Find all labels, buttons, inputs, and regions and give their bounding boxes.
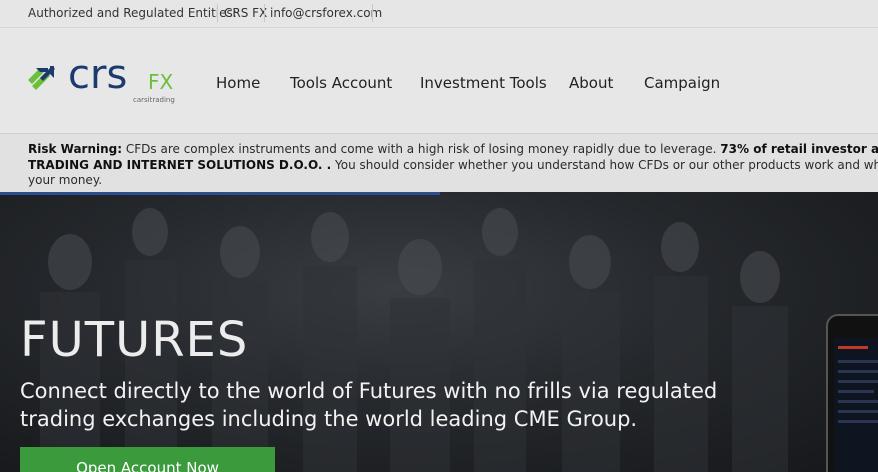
double-arrow-logo-icon: crs FX carsitrading bbox=[28, 52, 175, 104]
divider bbox=[217, 4, 218, 22]
hero-banner: FUTURES Connect directly to the world of… bbox=[0, 192, 878, 472]
risk-label: Risk Warning: bbox=[28, 142, 123, 156]
hero-subtitle-line: Connect directly to the world of Futures… bbox=[20, 379, 718, 403]
screen-row bbox=[838, 360, 878, 363]
risk-percentage: 73% of retail investor accounts lose bbox=[720, 142, 878, 156]
screen-row bbox=[838, 370, 878, 373]
risk-company: TRADING AND INTERNET SOLUTIONS D.O.O. . bbox=[28, 157, 332, 172]
screen-row bbox=[838, 380, 878, 383]
screen-row bbox=[838, 400, 878, 403]
device-screen bbox=[834, 338, 878, 472]
risk-text: CFDs are complex instruments and come wi… bbox=[122, 142, 721, 156]
divider bbox=[264, 4, 265, 22]
entity-link[interactable]: CRS FX bbox=[224, 6, 267, 20]
site-header: crs FX carsitrading Home Tools Account I… bbox=[0, 27, 878, 133]
trading-app-device-image bbox=[826, 314, 878, 472]
entities-label: Authorized and Regulated Entities: bbox=[28, 6, 237, 20]
nav-home[interactable]: Home bbox=[216, 74, 260, 92]
divider bbox=[372, 4, 373, 22]
site-logo[interactable]: crs FX carsitrading bbox=[28, 52, 188, 104]
risk-text: You should consider whether you understa… bbox=[335, 157, 878, 172]
screen-row bbox=[838, 420, 878, 423]
screen-row bbox=[838, 346, 868, 349]
hero-subtitle: Connect directly to the world of Futures… bbox=[20, 377, 717, 433]
nav-tools-account[interactable]: Tools Account bbox=[290, 74, 392, 92]
risk-warning: Risk Warning: CFDs are complex instrumen… bbox=[0, 133, 878, 192]
hero-title: FUTURES bbox=[20, 312, 249, 368]
logo-tagline-text: carsitrading bbox=[133, 96, 175, 104]
screen-row bbox=[838, 390, 874, 393]
hero-subtitle-line: trading exchanges including the world le… bbox=[20, 407, 638, 431]
logo-suffix-text: FX bbox=[148, 70, 174, 94]
nav-campaign[interactable]: Campaign bbox=[644, 74, 720, 92]
risk-line-2: TRADING AND INTERNET SOLUTIONS D.O.O. . … bbox=[28, 158, 878, 174]
open-account-button[interactable]: Open Account Now bbox=[20, 447, 275, 472]
risk-line-1: Risk Warning: CFDs are complex instrumen… bbox=[28, 142, 878, 158]
nav-about[interactable]: About bbox=[569, 74, 613, 92]
logo-brand-text: crs bbox=[68, 58, 127, 98]
risk-line-3: your money. bbox=[28, 173, 103, 187]
top-info-bar: Authorized and Regulated Entities: CRS F… bbox=[0, 0, 878, 27]
screen-row bbox=[838, 410, 878, 413]
email-link[interactable]: info@crsforex.com bbox=[270, 6, 382, 20]
nav-investment-tools[interactable]: Investment Tools bbox=[420, 74, 547, 92]
